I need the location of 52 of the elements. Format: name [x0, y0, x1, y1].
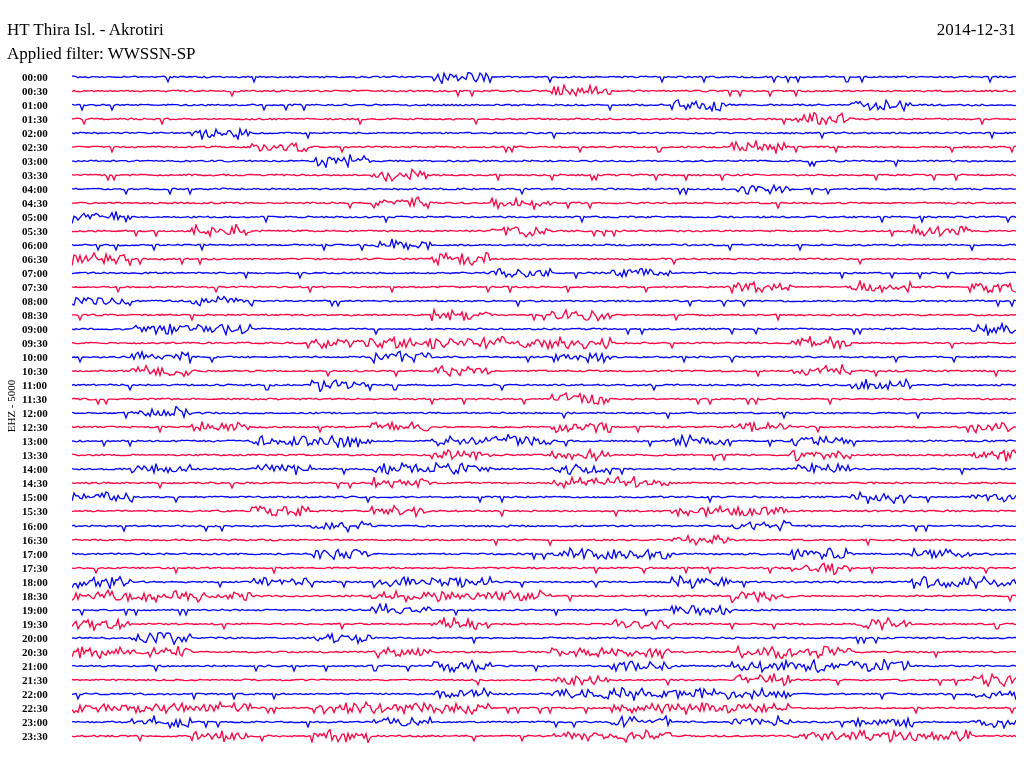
time-label: 09:00	[22, 322, 49, 337]
time-label: 17:00	[22, 546, 49, 561]
time-label: 19:30	[22, 616, 49, 631]
time-label: 01:00	[22, 98, 49, 113]
time-label: 03:00	[22, 154, 49, 169]
time-label: 08:00	[22, 294, 49, 309]
time-label: 00:30	[22, 84, 49, 98]
time-label: 04:00	[22, 182, 49, 197]
time-label: 21:00	[22, 658, 49, 673]
time-label: 05:30	[22, 224, 49, 239]
time-label: 11:00	[22, 378, 49, 393]
time-label: 02:00	[22, 126, 49, 141]
time-label: 14:30	[22, 476, 49, 491]
time-label: 23:30	[22, 728, 49, 743]
time-label: 04:30	[22, 196, 49, 211]
time-label: 06:30	[22, 252, 49, 267]
time-label: 15:30	[22, 504, 49, 519]
time-label: 20:30	[22, 644, 49, 659]
time-label: 01:30	[22, 112, 49, 127]
time-label: 21:30	[22, 672, 49, 687]
filter-label: Applied filter: WWSSN-SP	[6, 43, 197, 64]
time-label: 18:00	[22, 574, 49, 589]
time-label: 22:30	[22, 700, 49, 715]
time-label: 07:30	[22, 280, 49, 295]
time-label: 05:00	[22, 210, 49, 225]
time-label: 23:00	[22, 714, 49, 729]
time-label: 15:00	[22, 490, 49, 505]
time-label: 10:00	[22, 350, 49, 365]
time-label: 17:30	[22, 560, 49, 575]
time-label: 10:30	[22, 364, 49, 379]
date: 2014-12-31	[936, 20, 1016, 40]
time-label: 20:00	[22, 630, 49, 645]
time-label: 07:00	[22, 266, 49, 281]
time-label: 19:00	[22, 602, 49, 617]
time-label: 16:00	[22, 518, 49, 533]
time-label: 06:00	[22, 238, 49, 253]
time-label: 12:00	[22, 406, 49, 421]
time-label: 13:30	[22, 448, 49, 463]
time-label: 00:00	[22, 70, 49, 84]
time-label: 02:30	[22, 140, 49, 155]
time-label: 22:00	[22, 686, 49, 701]
axis-label: EHZ - 5000	[5, 380, 17, 433]
time-label: 11:30	[22, 392, 49, 407]
time-label: 14:00	[22, 462, 49, 477]
time-label: 12:30	[22, 420, 49, 435]
station-title: HT Thira Isl. - Akrotiri	[7, 20, 164, 40]
time-label: 03:30	[22, 168, 49, 183]
time-label: 09:30	[22, 336, 49, 351]
time-label: 16:30	[22, 532, 49, 547]
time-label: 13:00	[22, 434, 49, 449]
time-label: 18:30	[22, 588, 49, 603]
time-label: 08:30	[22, 308, 49, 323]
